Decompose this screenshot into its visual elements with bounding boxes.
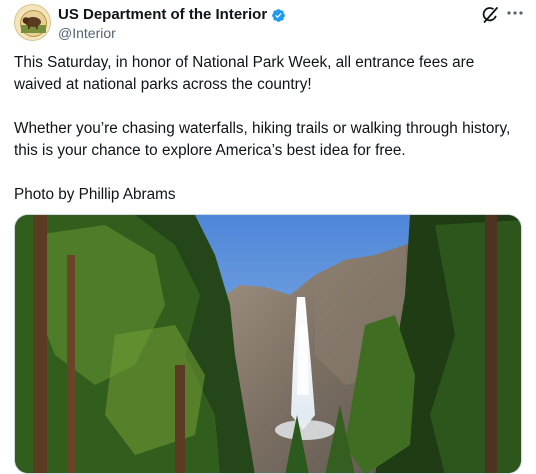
tweet-photo[interactable]	[14, 214, 522, 474]
bison-seal-icon	[16, 6, 50, 40]
grok-button[interactable]	[480, 6, 500, 24]
verified-badge-icon	[272, 8, 286, 22]
author-row: US Department of the Interior	[58, 6, 286, 24]
tweet-card: US Department of the Interior @Interior …	[0, 0, 536, 474]
author-name[interactable]: US Department of the Interior	[58, 6, 267, 24]
photo-credit: Photo by Phillip Abrams	[14, 186, 176, 203]
author-handle[interactable]: @Interior	[58, 25, 116, 41]
more-button[interactable]	[504, 4, 526, 22]
tweet-paragraph: This Saturday, in honor of National Park…	[14, 54, 475, 93]
tweet-text: This Saturday, in honor of National Park…	[14, 52, 514, 206]
tweet-paragraph: Whether you’re chasing waterfalls, hikin…	[14, 120, 511, 159]
yosemite-falls-photo	[15, 215, 521, 473]
grok-icon	[482, 7, 498, 23]
avatar[interactable]	[14, 4, 51, 41]
more-icon	[507, 11, 523, 15]
